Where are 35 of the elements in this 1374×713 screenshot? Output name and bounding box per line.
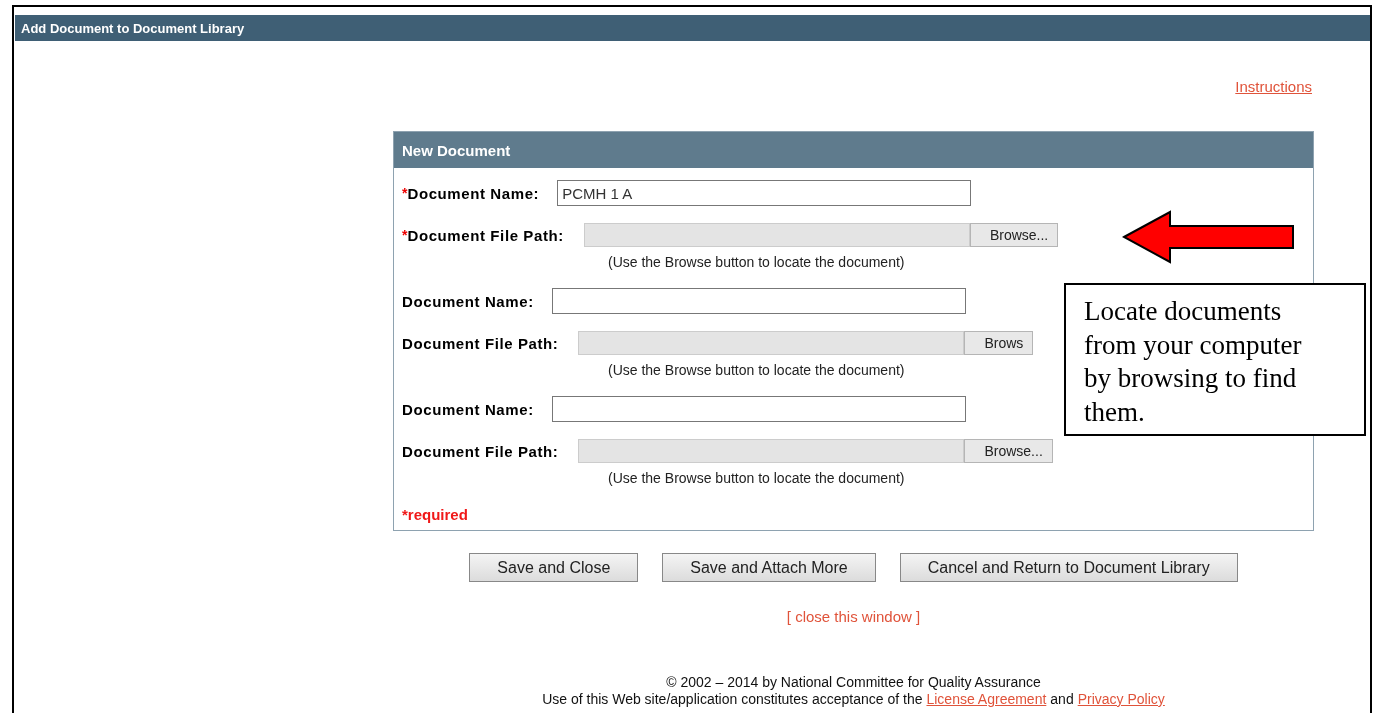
- form-button[interactable]: Save and Close: [469, 553, 639, 582]
- field-hint: (Use the Browse button to locate the document): [608, 470, 905, 488]
- field-hint: (Use the Browse button to locate the document): [608, 254, 905, 272]
- instructions-link[interactable]: Instructions: [1235, 78, 1312, 100]
- privacy-link[interactable]: Privacy Policy: [1077, 691, 1165, 708]
- browse-button[interactable]: Browse...: [964, 439, 1053, 463]
- field-label: Document Name:: [407, 184, 540, 202]
- document-name-field[interactable]: [551, 288, 966, 314]
- field-label: Document Name:: [402, 292, 534, 310]
- field-label: Document Name:: [402, 400, 534, 418]
- copyright-text: © 2002 – 2014 by National Committee for Quality Assurance: [666, 674, 1041, 691]
- callout-note: Locate documents from your computer by browsing to find them.: [1064, 283, 1366, 436]
- required-mark: *: [402, 227, 408, 243]
- field-hint: (Use the Browse button to locate the document): [608, 362, 905, 380]
- page-title-bar: Add Document to Document Library: [15, 15, 1370, 41]
- left-arrow-icon: [1122, 210, 1294, 264]
- field-label: Document File Path:: [407, 226, 564, 244]
- document-name-field[interactable]: PCMH 1 A: [557, 180, 972, 206]
- file-path-field[interactable]: [578, 331, 965, 355]
- required-note: *required: [402, 506, 469, 523]
- panel-title: New Document: [394, 132, 1313, 168]
- conjunction-text: and: [1050, 691, 1074, 708]
- field-label: Document File Path:: [402, 334, 559, 352]
- file-path-field[interactable]: [578, 439, 965, 463]
- form-button[interactable]: Save and Attach More: [662, 553, 876, 582]
- required-mark: *: [402, 185, 408, 201]
- file-path-field[interactable]: [583, 223, 970, 247]
- browse-button[interactable]: Brows: [964, 331, 1034, 355]
- close-window-link[interactable]: [ close this window ]: [786, 608, 921, 625]
- terms-text: Use of this Web site/application constitutes acceptance of the: [542, 691, 923, 708]
- license-link[interactable]: License Agreement: [926, 691, 1047, 708]
- field-label: Document File Path:: [402, 442, 559, 460]
- document-name-field[interactable]: [551, 396, 966, 422]
- browse-button[interactable]: Browse...: [969, 223, 1059, 247]
- form-button[interactable]: Cancel and Return to Document Library: [899, 553, 1238, 582]
